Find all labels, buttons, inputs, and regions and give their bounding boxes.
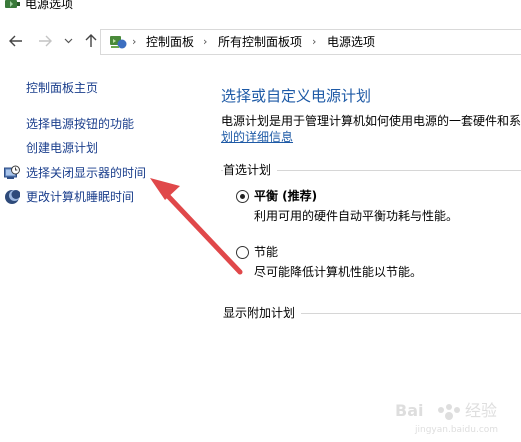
plan-power-saver-description: 尽可能降低计算机性能以节能。 <box>254 265 423 279</box>
arrow-up-icon <box>85 34 97 47</box>
chevron-down-icon <box>64 38 72 44</box>
plan-power-saver-name[interactable]: 节能 <box>254 244 278 260</box>
sidebar-item-power-button[interactable]: 选择电源按钮的功能 <box>26 116 134 132</box>
sidebar-item-create-plan[interactable]: 创建电源计划 <box>26 140 98 156</box>
plan-balanced-description: 利用可用的硬件自动平衡功耗与性能。 <box>254 209 459 223</box>
breadcrumb-all-items[interactable]: 所有控制面板项 <box>218 34 302 50</box>
plan-power-saver-radio[interactable] <box>236 246 249 259</box>
svg-text:Bai: Bai <box>395 401 423 420</box>
sidebar-item-control-panel-home[interactable]: 控制面板主页 <box>26 80 98 96</box>
sidebar-item-sleep-time[interactable]: 更改计算机睡眠时间 <box>26 189 134 205</box>
plan-balanced-radio[interactable] <box>236 190 249 203</box>
address-bar[interactable]: › 控制面板 › 所有控制面板项 › 电源选项 <box>100 29 521 55</box>
arrow-right-icon <box>39 35 52 47</box>
control-panel-icon <box>110 36 127 49</box>
section-divider <box>301 313 521 314</box>
additional-plans-section[interactable]: 显示附加计划 <box>221 305 521 321</box>
breadcrumb-separator: › <box>312 35 317 48</box>
preferred-plans-label: 首选计划 <box>223 162 278 178</box>
breadcrumb-separator: › <box>132 35 137 48</box>
plan-balanced-name[interactable]: 平衡 (推荐) <box>254 188 317 204</box>
additional-plans-label[interactable]: 显示附加计划 <box>223 305 302 321</box>
window-title: 电源选项 <box>25 0 74 11</box>
plan-details-link[interactable]: 划的详细信息 <box>221 129 293 145</box>
annotation-arrow-head <box>150 178 180 200</box>
page-description: 电源计划是用于管理计算机如何使用电源的一套硬件和系 <box>221 114 521 128</box>
recent-locations-button[interactable] <box>62 32 74 50</box>
back-button[interactable] <box>7 32 25 50</box>
breadcrumb-separator: › <box>203 35 208 48</box>
title-bar: 电源选项 <box>0 0 521 24</box>
monitor-clock-icon <box>4 165 20 179</box>
forward-button[interactable] <box>36 32 54 50</box>
watermark-logo: Bai 经验 jingyan.baidu.com <box>395 401 498 435</box>
annotation-arrow-shaft <box>165 193 243 275</box>
breadcrumb-power-options[interactable]: 电源选项 <box>327 34 375 50</box>
address-row: › 控制面板 › 所有控制面板项 › 电源选项 <box>0 26 521 58</box>
preferred-plans-section: 首选计划 <box>221 162 521 178</box>
breadcrumb-control-panel[interactable]: 控制面板 <box>146 34 194 50</box>
sidebar-item-display-off-time[interactable]: 选择关闭显示器的时间 <box>26 165 146 181</box>
up-button[interactable] <box>82 32 100 50</box>
page-title: 选择或自定义电源计划 <box>221 87 372 105</box>
power-options-icon <box>5 0 20 8</box>
svg-text:经验: 经验 <box>465 401 497 420</box>
moon-icon <box>5 190 20 204</box>
svg-text:jingyan.baidu.com: jingyan.baidu.com <box>414 425 498 435</box>
arrow-left-icon <box>9 35 22 47</box>
